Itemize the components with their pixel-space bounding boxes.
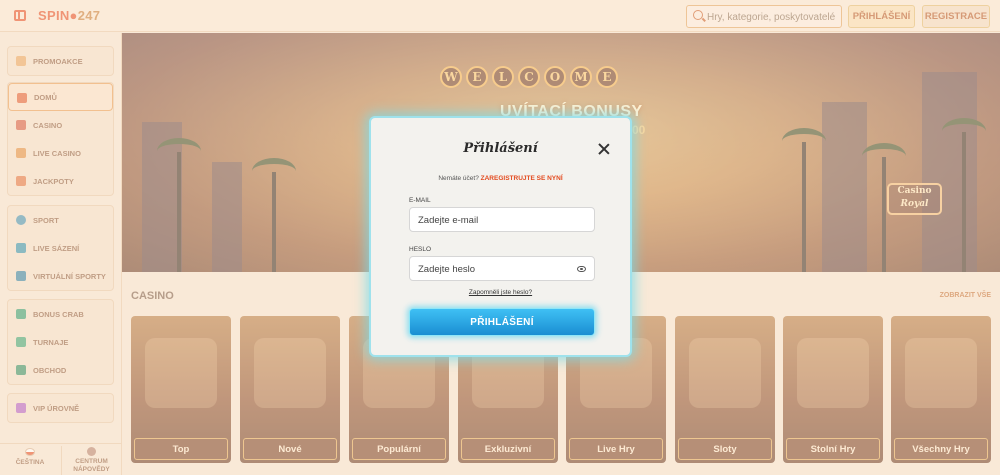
register-link[interactable]: Zaregistrujte se nyní bbox=[481, 175, 563, 182]
password-input[interactable] bbox=[418, 262, 578, 276]
register-prompt: Nemáte účet? Zaregistrujte se nyní bbox=[438, 175, 563, 182]
login-modal: Přihlášení Nemáte účet? Zaregistrujte se… bbox=[369, 116, 632, 357]
forgot-password-link[interactable]: Zapomněli jste heslo? bbox=[371, 289, 630, 296]
password-label: HESLO bbox=[409, 246, 432, 253]
show-password-icon[interactable] bbox=[577, 266, 586, 272]
login-submit-button[interactable]: PŘIHLÁŠENÍ bbox=[409, 308, 595, 336]
password-field[interactable] bbox=[409, 256, 595, 281]
email-field[interactable] bbox=[409, 207, 595, 232]
email-input[interactable] bbox=[418, 213, 578, 227]
email-label: E-MAIL bbox=[409, 197, 431, 204]
modal-title: Přihlášení bbox=[463, 141, 538, 156]
close-icon[interactable] bbox=[597, 142, 611, 156]
